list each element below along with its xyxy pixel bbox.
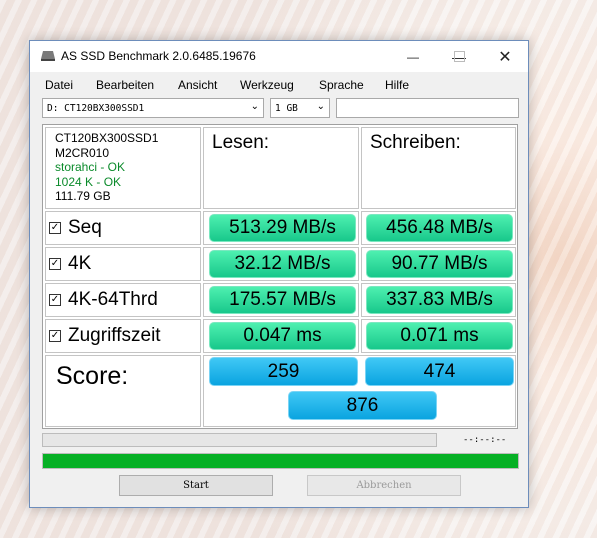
drive-icon <box>41 51 55 61</box>
row-toggle-seq[interactable]: ✓ Seq <box>49 213 102 243</box>
4k-64thrd-checkbox[interactable]: ✓ <box>49 294 61 306</box>
menu-bearbeiten[interactable]: Bearbeiten <box>96 78 154 92</box>
maximize-button[interactable] <box>436 41 482 72</box>
zugriffszeit-label: Zugriffszeit <box>68 325 161 346</box>
4k-64thrd-read-result: 175.57 MB/s <box>209 286 356 314</box>
seq-label: Seq <box>68 217 102 238</box>
seq-checkbox[interactable]: ✓ <box>49 222 61 234</box>
menu-datei[interactable]: Datei <box>45 78 73 92</box>
menu-werkzeug[interactable]: Werkzeug <box>240 78 294 92</box>
elapsed-time: --:--:-- <box>463 435 507 445</box>
zugriffszeit-read-result: 0.047 ms <box>209 322 356 350</box>
4k-write-result: 90.77 MB/s <box>366 250 513 278</box>
total-progress-fill <box>43 454 518 468</box>
drive-select[interactable]: D: CT120BX300SSD1 ⌄ <box>42 98 264 118</box>
chevron-down-icon: ⌄ <box>250 101 259 112</box>
drive-info-panel: CT120BX300SSD1 M2CR010 storahci - OK 102… <box>45 127 201 209</box>
total-progress-bar <box>42 453 519 469</box>
zugriffszeit-checkbox[interactable]: ✓ <box>49 330 61 342</box>
chevron-down-icon: ⌄ <box>316 101 325 112</box>
drive-capacity: 111.79 GB <box>55 189 111 203</box>
drive-model: CT120BX300SSD1 <box>55 131 159 145</box>
size-select[interactable]: 1 GB ⌄ <box>270 98 330 118</box>
score-write: 474 <box>365 357 514 386</box>
4k-64thrd-write-result: 337.83 MB/s <box>366 286 513 314</box>
alignment-status: 1024 K - OK <box>55 174 122 189</box>
write-column-header: Schreiben: <box>370 132 461 153</box>
app-window: AS SSD Benchmark 2.0.6485.19676 — — ✕ Da… <box>29 40 529 508</box>
close-button[interactable]: ✕ <box>482 41 528 72</box>
score-label: Score: <box>56 362 129 390</box>
row-toggle-zugriffszeit[interactable]: ✓ Zugriffszeit <box>49 321 161 351</box>
window-title: AS SSD Benchmark 2.0.6485.19676 <box>61 49 256 63</box>
score-label-cell: Score: <box>45 355 201 427</box>
zugriffszeit-write-result: 0.071 ms <box>366 322 513 350</box>
text-input[interactable] <box>336 98 519 118</box>
4k-label: 4K <box>68 253 92 274</box>
read-header-cell: Lesen: <box>203 127 359 209</box>
4k-64thrd-label: 4K-64Thrd <box>68 289 158 310</box>
menu-sprache[interactable]: Sprache <box>319 78 364 92</box>
write-header-cell: Schreiben: <box>361 127 516 209</box>
drive-select-value: D: CT120BX300SSD1 <box>47 103 145 114</box>
size-select-value: 1 GB <box>275 103 298 114</box>
row-toggle-4k-64thrd[interactable]: ✓ 4K-64Thrd <box>49 285 158 315</box>
4k-read-result: 32.12 MB/s <box>209 250 356 278</box>
menu-bar: Datei Bearbeiten Ansicht Werkzeug Sprach… <box>30 74 528 96</box>
seq-read-result: 513.29 MB/s <box>209 214 356 242</box>
abort-button[interactable]: Abbrechen <box>307 475 461 496</box>
seq-write-result: 456.48 MB/s <box>366 214 513 242</box>
score-read: 259 <box>209 357 358 386</box>
read-column-header: Lesen: <box>212 132 270 153</box>
driver-status: storahci - OK <box>55 160 126 174</box>
menu-ansicht[interactable]: Ansicht <box>178 78 217 92</box>
test-progress-bar <box>42 433 437 447</box>
close-icon: ✕ <box>498 48 512 66</box>
menu-hilfe[interactable]: Hilfe <box>385 78 409 92</box>
drive-firmware: M2CR010 <box>55 145 110 160</box>
minimize-button[interactable]: — <box>390 41 436 72</box>
minimize-icon: — <box>407 49 419 64</box>
start-button[interactable]: Start <box>119 475 273 496</box>
maximize-icon <box>453 51 465 62</box>
benchmark-grid: CT120BX300SSD1 M2CR010 storahci - OK 102… <box>42 124 518 429</box>
4k-checkbox[interactable]: ✓ <box>49 258 61 270</box>
row-toggle-4k[interactable]: ✓ 4K <box>49 249 91 279</box>
score-total: 876 <box>288 391 437 420</box>
